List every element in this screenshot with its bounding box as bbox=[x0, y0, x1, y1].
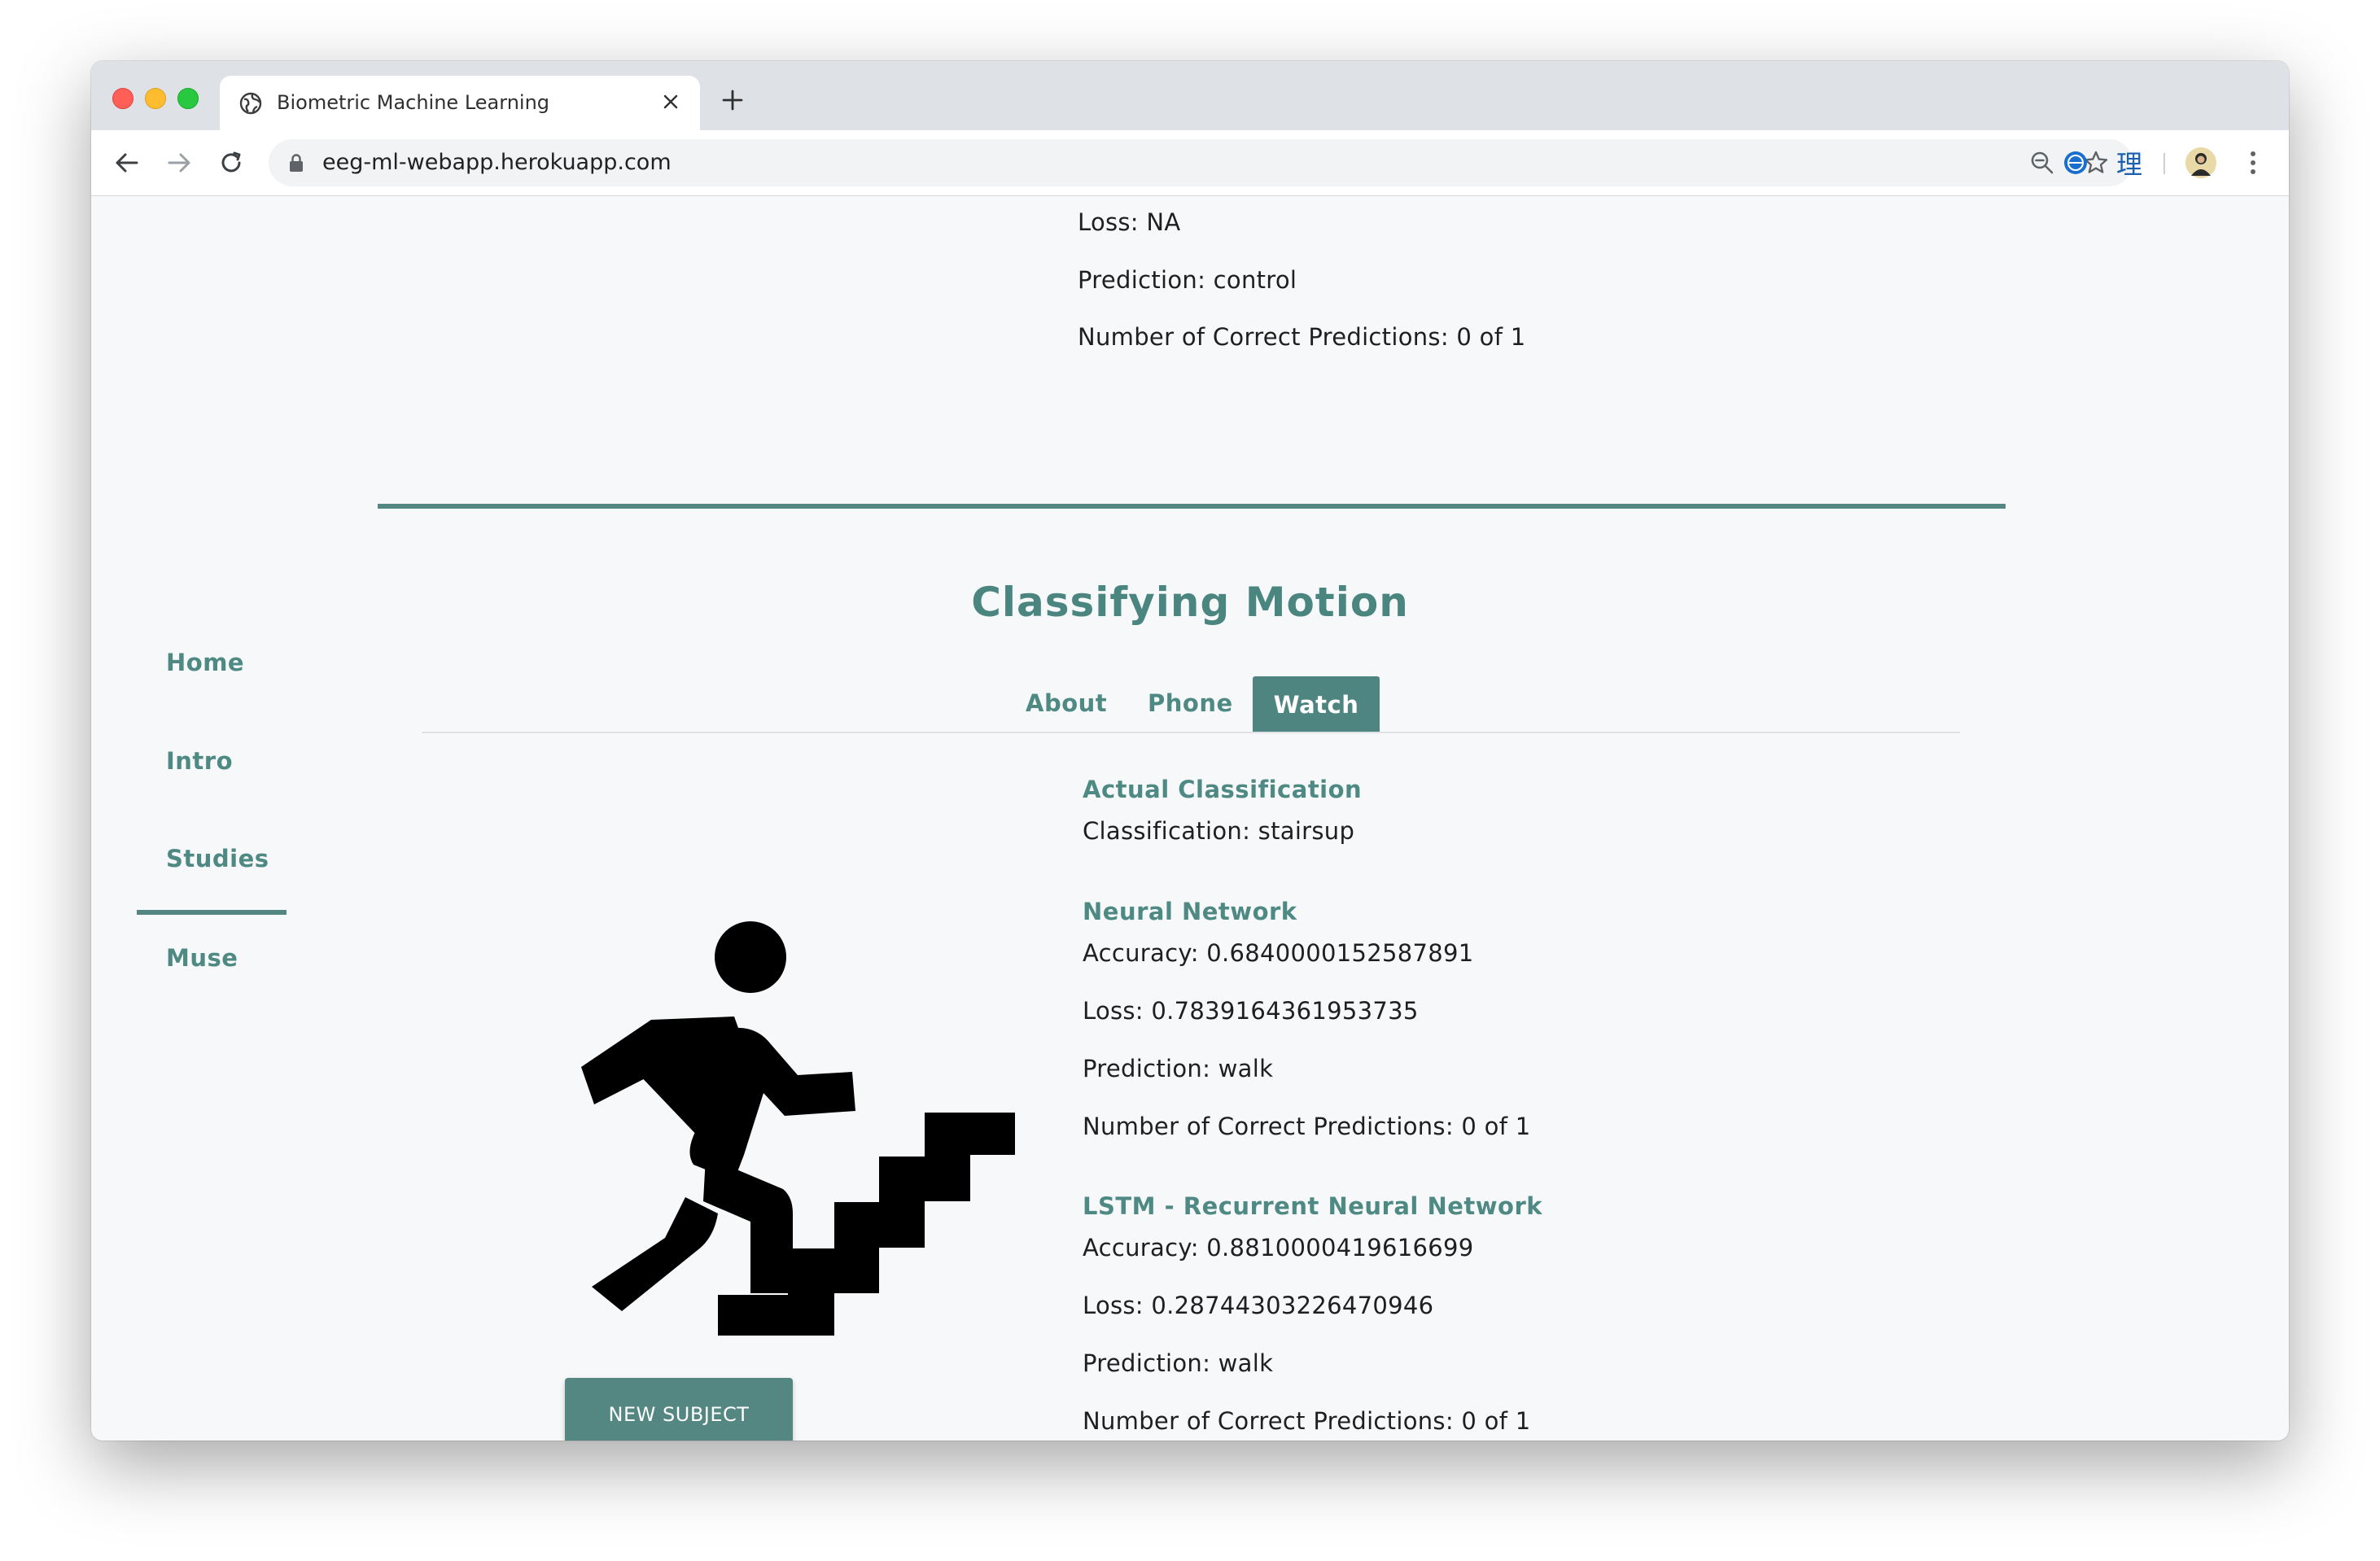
minimize-window-button[interactable] bbox=[145, 88, 166, 109]
previous-loss: Loss: NA bbox=[1078, 208, 1181, 236]
sidenav-item-intro[interactable]: Intro bbox=[166, 747, 233, 775]
section-title: Classifying Motion bbox=[971, 579, 1409, 626]
browser-window: Biometric Machine Learning eeg-ml-webapp… bbox=[91, 61, 2289, 1441]
lock-icon bbox=[287, 153, 306, 173]
lstm-loss: Loss: 0.28744303226470946 bbox=[1083, 1292, 1434, 1319]
new-subject-label: NEW SUBJECT bbox=[608, 1403, 750, 1426]
new-subject-button[interactable]: NEW SUBJECT bbox=[565, 1378, 793, 1441]
globe-icon bbox=[239, 92, 262, 115]
neural-network-correct-count: Number of Correct Predictions: 0 of 1 bbox=[1083, 1113, 1531, 1140]
reload-icon[interactable] bbox=[215, 146, 247, 179]
sidenav-item-muse[interactable]: Muse bbox=[166, 944, 238, 972]
section-divider bbox=[378, 504, 2006, 509]
lstm-prediction: Prediction: walk bbox=[1083, 1349, 1274, 1377]
maximize-window-button[interactable] bbox=[177, 88, 199, 109]
previous-prediction: Prediction: control bbox=[1078, 266, 1297, 294]
neural-network-accuracy: Accuracy: 0.6840000152587891 bbox=[1083, 939, 1474, 967]
tab-title: Biometric Machine Learning bbox=[277, 91, 550, 114]
actual-classification-value: Classification: stairsup bbox=[1083, 817, 1355, 845]
sidenav-item-home[interactable]: Home bbox=[166, 649, 244, 676]
page-viewport: Loss: NA Prediction: control Number of C… bbox=[91, 196, 2289, 1441]
translate-extension-icon[interactable] bbox=[2059, 146, 2092, 179]
sidenav-active-indicator bbox=[137, 910, 287, 915]
back-arrow-icon[interactable] bbox=[111, 146, 143, 179]
lstm-heading: LSTM - Recurrent Neural Network bbox=[1083, 1192, 1543, 1220]
tab-watch[interactable]: Watch bbox=[1253, 676, 1380, 733]
browser-tab[interactable]: Biometric Machine Learning bbox=[220, 76, 700, 130]
previous-correct-count: Number of Correct Predictions: 0 of 1 bbox=[1078, 323, 1526, 351]
profile-avatar-icon[interactable] bbox=[2185, 146, 2217, 179]
close-icon[interactable] bbox=[658, 89, 684, 115]
zoom-icon[interactable] bbox=[2027, 147, 2058, 178]
tab-watch-label: Watch bbox=[1273, 691, 1359, 719]
neural-network-heading: Neural Network bbox=[1083, 898, 1297, 925]
plus-icon[interactable] bbox=[718, 85, 747, 115]
sidenav-item-studies[interactable]: Studies bbox=[166, 845, 269, 872]
toolbar-separator bbox=[2163, 153, 2165, 174]
tab-about[interactable]: About bbox=[1026, 689, 1107, 746]
dictionary-extension-icon[interactable]: 理 bbox=[2113, 146, 2146, 180]
lstm-accuracy: Accuracy: 0.8810000419616699 bbox=[1083, 1234, 1474, 1261]
menu-kebab-icon[interactable] bbox=[2237, 146, 2269, 179]
actual-classification-heading: Actual Classification bbox=[1083, 776, 1363, 803]
address-bar[interactable]: eeg-ml-webapp.herokuapp.com bbox=[269, 139, 2133, 186]
browser-toolbar: eeg-ml-webapp.herokuapp.com 理 bbox=[91, 130, 2289, 196]
neural-network-loss: Loss: 0.7839164361953735 bbox=[1083, 997, 1419, 1025]
url-text: eeg-ml-webapp.herokuapp.com bbox=[322, 150, 672, 175]
neural-network-prediction: Prediction: walk bbox=[1083, 1055, 1274, 1082]
tab-strip: Biometric Machine Learning bbox=[91, 61, 2289, 130]
close-window-button[interactable] bbox=[112, 88, 133, 109]
lstm-correct-count: Number of Correct Predictions: 0 of 1 bbox=[1083, 1407, 1531, 1435]
stairs-up-activity-icon bbox=[581, 921, 1015, 1336]
tabs-baseline bbox=[422, 732, 1960, 733]
tab-phone[interactable]: Phone bbox=[1148, 689, 1233, 746]
forward-arrow-icon[interactable] bbox=[163, 146, 195, 179]
